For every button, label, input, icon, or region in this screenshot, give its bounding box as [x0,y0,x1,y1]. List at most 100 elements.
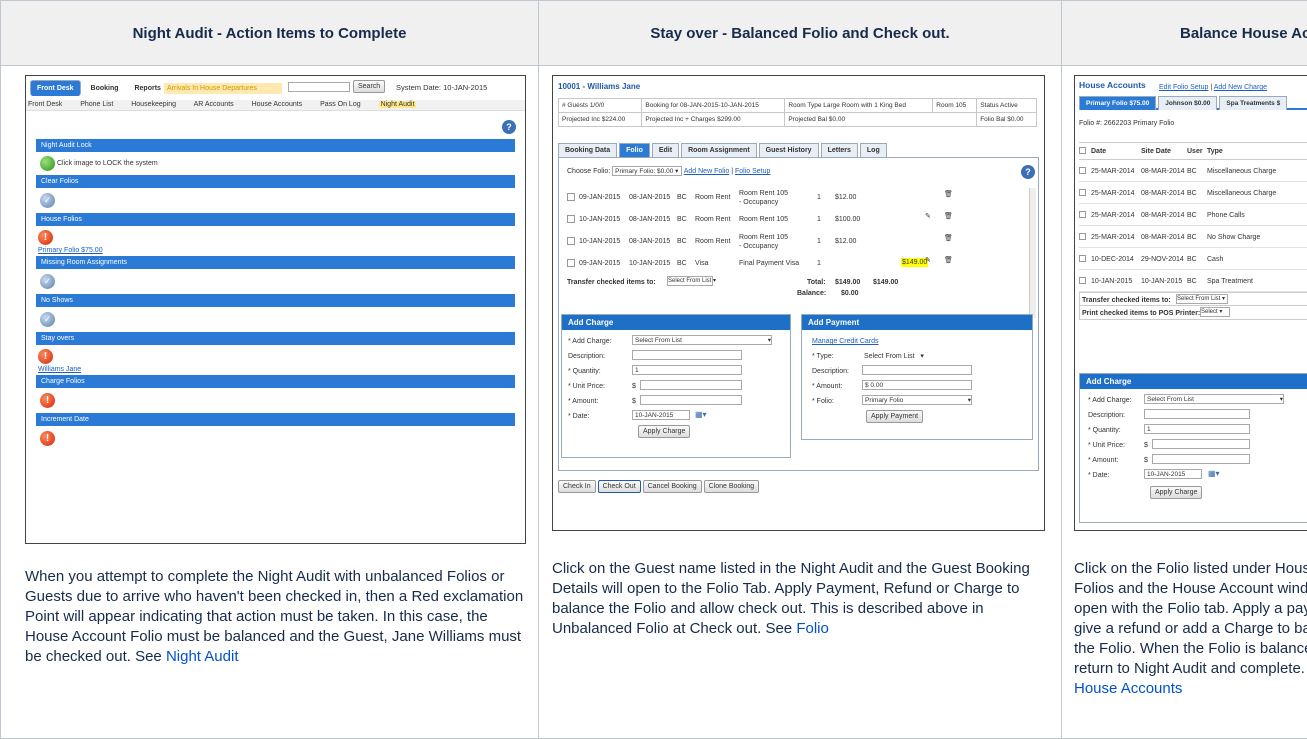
transfer-select[interactable]: Select From List ▾ [1176,294,1228,304]
apply-charge-button[interactable]: Apply Charge [638,425,690,438]
date-input[interactable]: 10-JAN-2015 [632,410,690,420]
subnav-housekeeping[interactable]: Housekeeping [131,101,176,108]
stay-over-cell: 10001 - Williams Jane # Guests 1/0/0 Boo… [539,66,1062,739]
manage-credit-cards-link[interactable]: Manage Credit Cards [812,337,879,346]
house-folio-link[interactable]: Primary Folio $75.00 [38,246,513,255]
house-accounts-cell: House Accounts Edit Folio Setup | Add Ne… [1062,66,1307,739]
tab-log[interactable]: Log [860,143,887,157]
trash-icon[interactable]: 🗑 [944,190,953,199]
description-input[interactable] [1144,409,1250,419]
row-checkbox[interactable] [567,215,575,223]
charge-select[interactable]: Select From List▾ [632,335,772,345]
unit-price-input[interactable] [640,380,742,390]
tab-primary-folio[interactable]: Primary Folio $75.00 [1079,96,1156,110]
trash-icon[interactable]: 🗑 [944,256,953,265]
quantity-input[interactable]: 1 [632,365,742,375]
row-checkbox[interactable] [567,237,575,245]
scrollbar[interactable] [1029,188,1036,318]
subnav-house-accounts[interactable]: House Accounts [252,101,303,108]
add-charge-title: Add Charge [562,315,790,330]
row-checkbox[interactable] [567,193,575,201]
charge-select[interactable]: Select From List▾ [1144,394,1284,404]
add-payment-panel: Add Payment Manage Credit Cards * Type: … [801,314,1033,440]
tab-booking-data[interactable]: Booking Data [558,143,617,157]
folio-select[interactable]: Primary Folio: $0.00 ▾ [612,166,682,176]
arrivals-filter[interactable]: Arrivals In House Departures [164,83,282,94]
row-checkbox[interactable] [1079,277,1086,284]
subnav-front-desk[interactable]: Front Desk [28,101,62,108]
subnav-night-audit[interactable]: Night Audit [379,101,417,108]
table-row: 25-MAR-201408-MAR-2014BCMiscellaneous Ch… [1079,160,1307,182]
info-status: Status Active [977,99,1037,113]
house-accounts-screenshot: House Accounts Edit Folio Setup | Add Ne… [1074,75,1307,531]
house-accounts-caption: Click on the Folio listed under House Fo… [1074,559,1307,699]
row-checkbox[interactable] [1079,167,1086,174]
house-accounts-link[interactable]: House Accounts [1074,680,1182,697]
subnav-pass-on-log[interactable]: Pass On Log [320,101,360,108]
row-checkbox[interactable] [1079,233,1086,240]
tab-letters[interactable]: Letters [821,143,858,157]
edit-folio-setup-link[interactable]: Edit Folio Setup [1159,84,1208,91]
tab-edit[interactable]: Edit [652,143,679,157]
check-out-button[interactable]: Check Out [598,480,641,493]
booking-details-screenshot: 10001 - Williams Jane # Guests 1/0/0 Boo… [552,75,1045,531]
tab-folio[interactable]: Folio [619,143,650,157]
info-projected-charges: Projected Inc + Charges $299.00 [642,113,785,127]
tab-booking[interactable]: Booking [85,81,125,96]
subnav-phone-list[interactable]: Phone List [80,101,113,108]
date-input[interactable]: 10-JAN-2015 [1144,469,1202,479]
search-button[interactable]: Search [353,80,385,93]
help-icon[interactable]: ? [502,120,516,134]
add-charge-title: Add Charge [1080,374,1307,389]
transfer-select[interactable]: Select From List ▾ [667,276,713,286]
edit-icon[interactable]: ✎ [925,256,931,265]
night-audit-link[interactable]: Night Audit [166,648,239,665]
folio-link[interactable]: Folio [796,620,829,637]
unit-price-input[interactable] [1152,439,1250,449]
tab-reports[interactable]: Reports [128,81,166,96]
apply-payment-button[interactable]: Apply Payment [866,410,923,423]
payment-amount-input[interactable]: $ 0.00 [862,380,972,390]
exclamation-icon: ! [40,431,55,446]
description-input[interactable] [632,350,742,360]
add-new-charge-link[interactable]: Add New Charge [1214,84,1267,91]
exclamation-icon: ! [40,393,55,408]
section-clear-folios: Clear Folios [36,175,515,188]
tab-front-desk[interactable]: Front Desk [30,80,81,96]
cancel-booking-button[interactable]: Cancel Booking [643,480,702,493]
table-row: 25-MAR-201408-MAR-2014BCNo Show Charge [1079,226,1307,248]
calendar-icon[interactable]: ▦▾ [1208,469,1220,478]
quantity-input[interactable]: 1 [1144,424,1250,434]
choose-folio-label: Choose Folio: [567,168,610,175]
payment-description-input[interactable] [862,365,972,375]
row-checkbox[interactable] [567,259,575,267]
tab-room-assignment[interactable]: Room Assignment [681,143,757,157]
row-checkbox[interactable] [1079,211,1086,218]
amount-input[interactable] [640,395,742,405]
trash-icon[interactable]: 🗑 [944,212,953,221]
row-checkbox[interactable] [1079,189,1086,196]
trash-icon[interactable]: 🗑 [944,234,953,243]
search-input[interactable] [288,82,350,92]
select-all-checkbox[interactable] [1079,147,1086,154]
add-new-folio-link[interactable]: Add New Folio [684,168,730,175]
calendar-icon[interactable]: ▦▾ [695,410,707,419]
tab-johnson[interactable]: Johnson $0.00 [1158,96,1217,110]
amount-input[interactable] [1152,454,1250,464]
folio-setup-link[interactable]: Folio Setup [735,168,770,175]
stay-over-guest-link[interactable]: Williams Jane [38,365,513,374]
edit-icon[interactable]: ✎ [925,212,931,221]
print-select[interactable]: Select ▾ [1200,307,1230,317]
payment-type-select[interactable]: Select From List ▾ [864,352,924,361]
apply-charge-button[interactable]: Apply Charge [1150,486,1202,499]
clone-booking-button[interactable]: Clone Booking [704,480,760,493]
help-icon[interactable]: ? [1021,165,1035,179]
tab-spa-treatments[interactable]: Spa Treatments $ [1219,96,1287,110]
payment-folio-select[interactable]: Primary Folio▾ [862,395,972,405]
lock-icon[interactable] [40,156,55,171]
tab-guest-history[interactable]: Guest History [759,143,819,157]
house-folio-table: Date Site Date User Type 25-MAR-201408-M… [1079,142,1307,320]
row-checkbox[interactable] [1079,255,1086,262]
subnav-ar-accounts[interactable]: AR Accounts [194,101,234,108]
check-in-button[interactable]: Check In [558,480,596,493]
